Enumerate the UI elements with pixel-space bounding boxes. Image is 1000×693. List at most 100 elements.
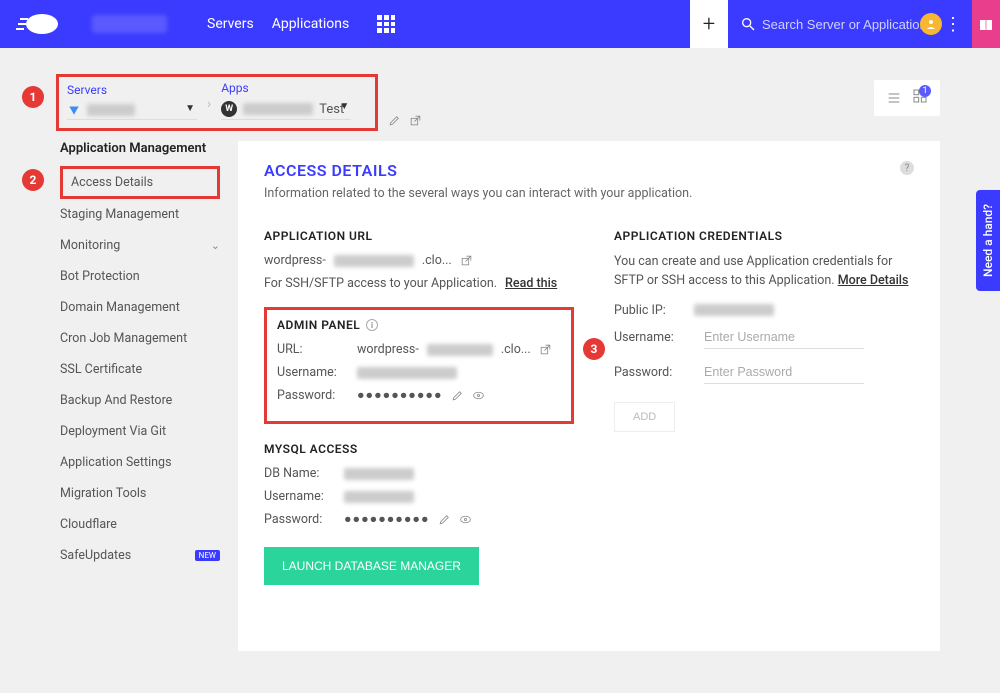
gift-icon[interactable] <box>972 0 1000 48</box>
cred-user-label: Username: <box>614 330 684 345</box>
sidebar-item-staging[interactable]: Staging Management <box>60 199 220 230</box>
sidebar-item-migration[interactable]: Migration Tools <box>60 478 220 509</box>
mysql-user-label: Username: <box>264 489 336 504</box>
section-admin-panel: ADMIN PANELi <box>277 318 561 332</box>
caret-down-icon: ▼ <box>185 103 195 114</box>
sidebar-item-app-settings[interactable]: Application Settings <box>60 447 220 478</box>
external-link-icon[interactable] <box>460 254 473 267</box>
admin-user-blurred <box>357 367 457 379</box>
cred-username-input[interactable] <box>704 326 864 349</box>
pencil-icon[interactable] <box>438 513 451 526</box>
section-credentials: APPLICATION CREDENTIALS <box>614 229 914 243</box>
mysql-db-label: DB Name: <box>264 466 336 481</box>
chevron-down-icon: ⌄ <box>211 239 220 252</box>
chevron-right-icon: › <box>207 96 211 112</box>
app-selector[interactable]: W Test ▼ <box>221 101 351 120</box>
sidebar-item-access-details[interactable]: Access Details <box>60 166 220 199</box>
main: 2 Application Management Access Details … <box>0 141 1000 671</box>
app-url-blurred <box>334 255 414 267</box>
panel: ACCESS DETAILS ? Information related to … <box>238 141 940 651</box>
app-url-prefix: wordpress- <box>264 253 326 268</box>
topbar: Servers Applications + ⋮ <box>0 0 1000 48</box>
top-nav: Servers Applications <box>207 16 349 32</box>
pencil-icon[interactable] <box>451 389 464 402</box>
vultr-icon <box>67 103 81 117</box>
sidebar: 2 Application Management Access Details … <box>60 141 220 651</box>
callout-3: 3 <box>583 338 605 360</box>
mysql-db-blurred <box>344 468 414 480</box>
brand-text-blurred <box>92 15 167 33</box>
sidebar-item-safeupdates[interactable]: SafeUpdatesNEW <box>60 540 220 571</box>
admin-url-suffix: .clo... <box>501 342 531 357</box>
more-details-link[interactable]: More Details <box>838 273 909 288</box>
callout-1: 1 <box>22 86 44 108</box>
admin-pass-dots: ●●●●●●●●●● <box>357 388 443 403</box>
ssh-text: For SSH/SFTP access to your Application. <box>264 276 497 291</box>
public-ip-blurred <box>694 304 774 316</box>
sidebar-item-cron[interactable]: Cron Job Management <box>60 323 220 354</box>
sidebar-item-domain[interactable]: Domain Management <box>60 292 220 323</box>
kebab-menu-icon[interactable]: ⋮ <box>944 14 962 35</box>
admin-url-prefix: wordpress- <box>357 342 419 357</box>
apps-grid-icon[interactable] <box>377 15 395 33</box>
help-tab[interactable]: Need a hand? <box>976 190 1000 291</box>
sidebar-item-bot-protection[interactable]: Bot Protection <box>60 261 220 292</box>
breadcrumb-actions <box>388 114 422 127</box>
sidebar-item-ssl[interactable]: SSL Certificate <box>60 354 220 385</box>
app-url-suffix: .clo... <box>422 253 452 268</box>
wordpress-icon: W <box>221 101 237 117</box>
sidebar-heading: Application Management <box>60 141 220 156</box>
app-name-blurred <box>243 103 313 115</box>
logo[interactable] <box>12 9 62 39</box>
server-selector[interactable]: ▼ <box>67 103 197 120</box>
search-icon <box>740 16 756 32</box>
crumb-apps-label: Apps <box>221 81 351 95</box>
view-badge: 1 <box>919 85 931 97</box>
launch-db-manager-button[interactable]: LAUNCH DATABASE MANAGER <box>264 547 479 585</box>
admin-panel-box: 3 ADMIN PANELi URL:wordpress-.clo... Use… <box>264 307 574 424</box>
view-toggle: 1 <box>874 80 940 116</box>
admin-pass-label: Password: <box>277 388 349 403</box>
panel-subtitle: Information related to the several ways … <box>264 186 914 201</box>
eye-icon[interactable] <box>459 513 472 526</box>
nav-applications[interactable]: Applications <box>272 16 350 32</box>
mysql-pass-dots: ●●●●●●●●●● <box>344 512 430 527</box>
cred-password-input[interactable] <box>704 361 864 384</box>
mysql-user-blurred <box>344 491 414 503</box>
crumb-servers-label: Servers <box>67 83 197 97</box>
add-credentials-button[interactable]: ADD <box>614 402 675 432</box>
mysql-pass-label: Password: <box>264 512 336 527</box>
section-app-url: APPLICATION URL <box>264 229 574 243</box>
sidebar-item-backup[interactable]: Backup And Restore <box>60 385 220 416</box>
caret-down-icon: ▼ <box>339 101 349 112</box>
info-icon[interactable]: i <box>366 319 378 331</box>
left-column: APPLICATION URL wordpress- .clo... For SS… <box>264 229 574 585</box>
sidebar-item-cloudflare[interactable]: Cloudflare <box>60 509 220 540</box>
pencil-icon[interactable] <box>388 114 401 127</box>
admin-url-label: URL: <box>277 342 349 357</box>
read-this-link[interactable]: Read this <box>505 276 557 291</box>
nav-servers[interactable]: Servers <box>207 16 254 32</box>
help-icon[interactable]: ? <box>900 161 914 175</box>
panel-title: ACCESS DETAILS <box>264 161 397 180</box>
section-mysql: MYSQL ACCESS <box>264 442 574 456</box>
credentials-desc: You can create and use Application crede… <box>614 253 914 291</box>
server-name-blurred <box>87 104 135 116</box>
add-button[interactable]: + <box>690 0 728 48</box>
sidebar-item-monitoring[interactable]: Monitoring⌄ <box>60 230 220 261</box>
eye-icon[interactable] <box>472 389 485 402</box>
avatar[interactable] <box>920 13 942 35</box>
admin-url-blurred <box>427 344 493 356</box>
new-badge: NEW <box>195 550 220 561</box>
callout-2: 2 <box>22 169 44 191</box>
list-view-icon[interactable] <box>886 90 902 106</box>
cred-pass-label: Password: <box>614 365 684 380</box>
external-link-icon[interactable] <box>409 114 422 127</box>
public-ip-label: Public IP: <box>614 303 686 318</box>
breadcrumb-box: Servers ▼ › Apps W Test ▼ <box>56 74 378 131</box>
admin-user-label: Username: <box>277 365 349 380</box>
search-area <box>740 16 922 32</box>
external-link-icon[interactable] <box>539 343 552 356</box>
search-input[interactable] <box>762 17 922 32</box>
sidebar-item-git[interactable]: Deployment Via Git <box>60 416 220 447</box>
